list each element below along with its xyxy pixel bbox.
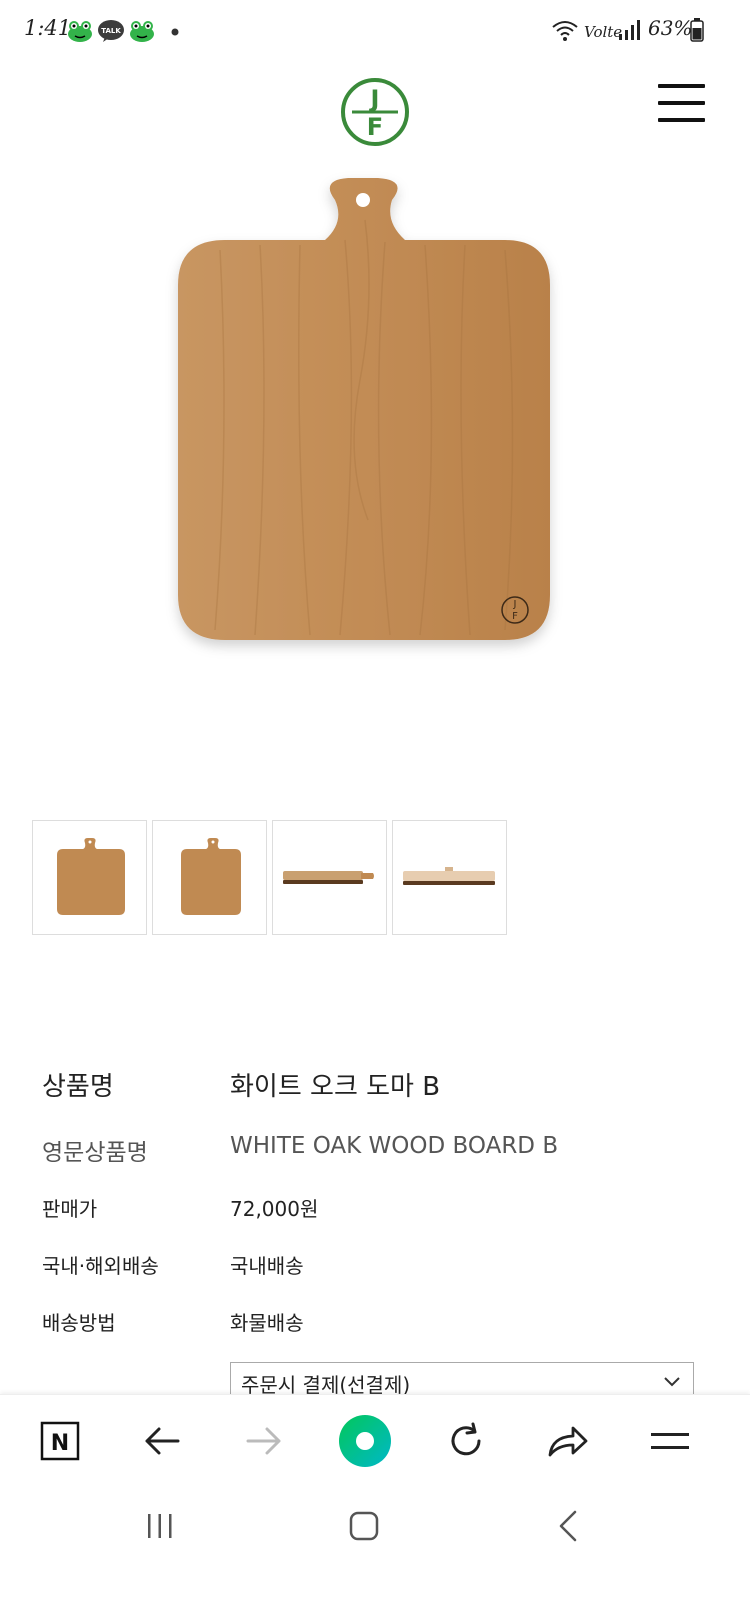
shipping-region-value: 국내배송 [230,1254,304,1278]
shipping-method-label: 배송방법 [42,1311,116,1335]
status-time: 1:41 [24,16,72,40]
battery-percent: 63% [648,16,693,40]
shipping-method-value: 화물배송 [230,1311,304,1335]
thumbnail-side[interactable] [272,820,387,935]
chevron-down-icon [664,1377,680,1387]
browser-toolbar: N [0,1394,750,1484]
svg-text:J: J [513,599,517,610]
refresh-icon[interactable] [436,1411,496,1471]
signal-icon [619,20,640,40]
network-label: Volte [584,23,623,41]
android-navigation-bar [0,1484,750,1609]
thumbnail-image [57,838,125,915]
svg-text:J: J [369,85,380,113]
naver-home-icon[interactable]: N [30,1411,90,1471]
thumbnail-image [403,867,495,885]
price-value: 72,000원 [230,1197,319,1221]
share-icon[interactable] [538,1411,598,1471]
back-icon[interactable] [538,1504,598,1548]
thumbnail-front-alt[interactable] [152,820,267,935]
brand-logo[interactable]: J F [340,77,410,147]
menu-icon[interactable] [640,1411,700,1471]
status-bar: 1:41 TALK Volte 63% [0,0,750,62]
svg-text:F: F [512,611,518,622]
frog-icon [68,21,92,42]
forward-arrow-icon[interactable] [234,1411,294,1471]
thumbnail-strip [32,820,507,935]
thumbnail-front[interactable] [32,820,147,935]
shipping-region-label: 국내·해외배송 [42,1254,159,1278]
hamburger-menu-icon[interactable] [658,84,706,124]
battery-icon [690,18,704,42]
thumbnail-image [283,871,374,884]
english-name-value: WHITE OAK WOOD BOARD B [230,1133,559,1159]
recent-apps-icon[interactable] [130,1504,190,1548]
frog-icon [130,21,154,42]
thumbnail-image [181,838,241,915]
product-main-image: J F [178,178,550,640]
home-icon[interactable] [334,1504,394,1548]
back-arrow-icon[interactable] [132,1411,192,1471]
english-name-label: 영문상품명 [42,1140,148,1166]
product-name-value: 화이트 오크 도마 B [230,1072,441,1102]
svg-text:TALK: TALK [101,27,121,35]
kakaotalk-icon: TALK [98,20,124,42]
dot-icon [171,28,179,36]
wifi-icon [552,21,578,41]
green-dot-icon[interactable] [335,1411,395,1471]
svg-text:N: N [51,1431,69,1456]
product-name-label: 상품명 [42,1072,114,1102]
svg-text:F: F [367,113,383,141]
thumbnail-side-alt[interactable] [392,820,507,935]
price-label: 판매가 [42,1197,98,1221]
